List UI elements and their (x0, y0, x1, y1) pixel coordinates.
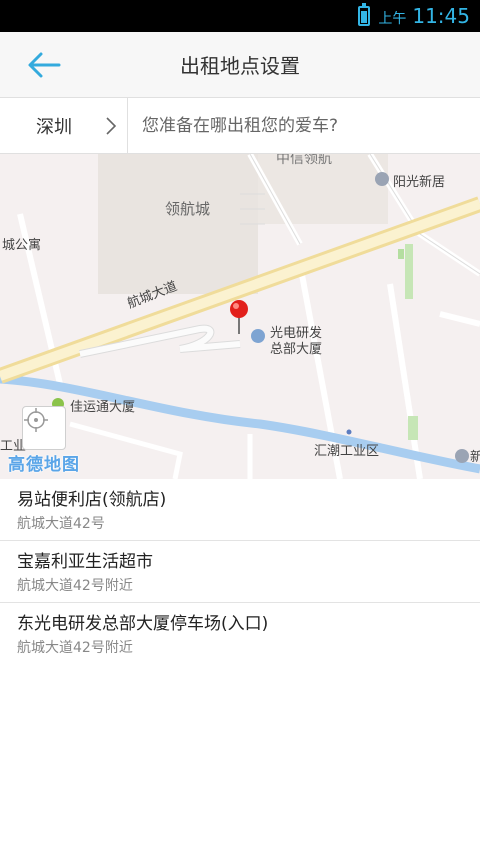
status-time: 11:45 (412, 4, 470, 28)
city-selector[interactable]: 深圳 (0, 97, 128, 154)
status-ampm: 上午 (378, 11, 407, 27)
poi-address: 航城大道42号附近 (17, 578, 133, 594)
locate-me-button[interactable] (22, 406, 66, 450)
list-item[interactable]: 东光电研发总部大厦停车场(入口) 航城大道42号附近 (0, 603, 480, 665)
poi-address: 航城大道42号 (17, 516, 105, 532)
map-label-chenggongyu: 城公寓 (2, 238, 42, 253)
crosshair-icon (24, 408, 48, 432)
map-view[interactable]: 中信领航 领航城 阳光新居 城公寓 航城大道 光电研发 总部大厦 佳运通大厦 汇… (0, 154, 480, 479)
city-label: 深圳 (36, 116, 72, 138)
list-item[interactable]: 宝嘉利亚生活超市 航城大道42号附近 (0, 541, 480, 603)
map-label-huichao: 汇潮工业区 (314, 444, 380, 459)
app-header: 出租地点设置 (0, 32, 480, 98)
map-canvas (0, 154, 480, 479)
map-label-xin: 新 (470, 450, 480, 465)
location-search-bar: 深圳 (0, 97, 480, 154)
battery-icon (358, 3, 371, 26)
map-label-guangdian-2: 总部大厦 (270, 342, 323, 357)
back-arrow-icon[interactable] (26, 50, 62, 80)
poi-address: 航城大道42号附近 (17, 640, 133, 656)
map-label-zhongxin: 中信领航 (276, 154, 332, 167)
poi-name: 易站便利店(领航店) (17, 490, 167, 510)
page-title: 出租地点设置 (180, 54, 300, 78)
poi-result-list: 易站便利店(领航店) 航城大道42号 宝嘉利亚生活超市 航城大道42号附近 东光… (0, 479, 480, 665)
list-item[interactable]: 易站便利店(领航店) 航城大道42号 (0, 479, 480, 541)
map-label-linghangcheng: 领航城 (165, 200, 211, 218)
poi-name: 宝嘉利亚生活超市 (17, 552, 153, 572)
search-input[interactable] (128, 97, 480, 154)
map-label-yangguang: 阳光新居 (393, 175, 446, 190)
amap-logo: 高德地图 (8, 455, 80, 475)
status-bar: 上午 11:45 (0, 0, 480, 32)
poi-name: 东光电研发总部大厦停车场(入口) (17, 614, 269, 634)
chevron-right-icon (106, 116, 117, 135)
map-label-jiayuntong: 佳运通大厦 (70, 400, 136, 415)
